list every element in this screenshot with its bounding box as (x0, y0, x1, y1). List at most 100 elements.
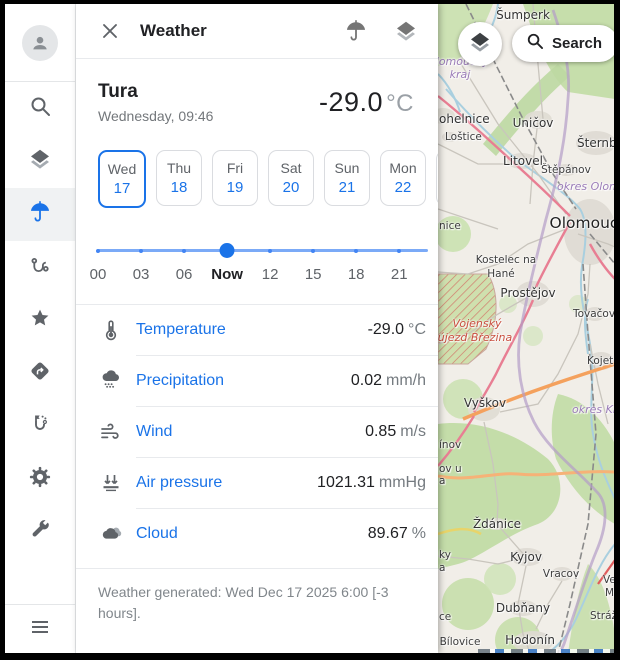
slider-tick[interactable] (354, 249, 358, 253)
slider-time-label-18[interactable]: 18 (348, 266, 365, 283)
slider-tick[interactable] (268, 249, 272, 253)
metric-value-wind: 0.85m/s (365, 423, 426, 441)
sidebar-item-profile[interactable] (5, 4, 75, 82)
weather-layers-icon[interactable] (394, 19, 418, 43)
day-date: 19 (227, 179, 244, 196)
page-title: Weather (140, 21, 207, 41)
day-label: Mon (389, 160, 416, 176)
sidebar (5, 4, 76, 653)
sidebar-item-navigation[interactable] (5, 347, 75, 400)
metric-label-cloud[interactable]: Cloud (136, 525, 178, 543)
map-search-label: Search (552, 35, 602, 52)
close-icon[interactable] (98, 19, 122, 43)
sidebar-item-settings[interactable] (5, 453, 75, 506)
track-icon (28, 412, 52, 441)
layers-icon (28, 147, 52, 176)
slider-thumb[interactable] (220, 243, 235, 258)
directions-icon (28, 359, 52, 388)
sidebar-item-track-recording[interactable] (5, 400, 75, 453)
slider-tick[interactable] (182, 249, 186, 253)
day-label: Thu (167, 160, 191, 176)
day-date: 17 (114, 180, 131, 197)
time-slider[interactable]: 000306Now12151821 (98, 240, 428, 292)
day-date: 21 (339, 179, 356, 196)
day-card-tue[interactable]: Tue23 (436, 150, 438, 206)
metric-row-temperature: Temperature -29.0°C (76, 305, 438, 355)
location-name: Tura (98, 81, 213, 103)
star-icon (28, 306, 52, 335)
screenshot-frame: Weather Tura Wednesday, 09:46 -29.0°C We… (0, 0, 620, 660)
metric-value-air-pressure: 1021.31mmHg (317, 474, 426, 492)
slider-tick[interactable] (397, 249, 401, 253)
slider-tick[interactable] (311, 249, 315, 253)
metric-label-temperature[interactable]: Temperature (136, 321, 226, 339)
day-label: Sun (335, 160, 360, 176)
day-card-wed[interactable]: Wed 17 (98, 150, 146, 208)
day-selector: Wed 17 Thu 18 Fri 19 Sat 20 Sun 21 Mon 22 Tue23 (98, 150, 438, 208)
day-card-sun[interactable]: Sun 21 (324, 150, 370, 206)
day-card-mon[interactable]: Mon 22 (380, 150, 426, 206)
sidebar-item-plugins[interactable] (5, 506, 75, 559)
map-attribution (478, 649, 614, 653)
map-view[interactable]: ŠumperkOlomouckýkrajohelniceLošticeUničo… (438, 4, 614, 653)
day-label: Sat (280, 160, 301, 176)
search-icon (525, 31, 545, 56)
gear-icon (28, 465, 52, 494)
metric-row-cloud: Cloud 89.67% (76, 509, 438, 559)
weather-panel-header: Weather (76, 4, 438, 59)
layers-icon (468, 30, 492, 59)
map-layers-button[interactable] (458, 22, 502, 66)
metric-row-air-pressure: Air pressure 1021.31mmHg (76, 458, 438, 508)
metric-label-precipitation[interactable]: Precipitation (136, 372, 224, 390)
metric-row-precipitation: Precipitation 0.02mm/h (76, 356, 438, 406)
slider-time-label-00[interactable]: 00 (90, 266, 107, 283)
metric-value-cloud: 89.67% (368, 525, 426, 543)
day-label: Fri (227, 160, 243, 176)
slider-time-label-now[interactable]: Now (211, 266, 243, 283)
map-search-button[interactable]: Search (512, 25, 614, 62)
sidebar-item-favorites[interactable] (5, 294, 75, 347)
sidebar-item-search[interactable] (5, 82, 75, 135)
slider-time-label-15[interactable]: 15 (305, 266, 322, 283)
pressure-icon (98, 471, 124, 495)
day-card-thu[interactable]: Thu 18 (156, 150, 202, 206)
profile-avatar-icon[interactable] (22, 25, 58, 61)
sidebar-item-menu[interactable] (5, 604, 75, 653)
metric-label-air-pressure[interactable]: Air pressure (136, 474, 222, 492)
weather-source-umbrella-icon[interactable] (344, 19, 368, 43)
day-date: 18 (171, 179, 188, 196)
day-date: 22 (395, 179, 412, 196)
slider-time-label-12[interactable]: 12 (262, 266, 279, 283)
slider-tick[interactable] (139, 249, 143, 253)
thermometer-icon (98, 318, 124, 342)
precipitation-icon (98, 369, 124, 393)
map-basemap (438, 4, 614, 653)
day-card-sat[interactable]: Sat 20 (268, 150, 314, 206)
metric-label-wind[interactable]: Wind (136, 423, 172, 441)
cloud-icon (98, 522, 124, 546)
day-label: Wed (108, 161, 137, 177)
slider-tick[interactable] (96, 249, 100, 253)
current-temperature: -29.0°C (319, 87, 414, 118)
day-date: 20 (283, 179, 300, 196)
weather-panel: Weather Tura Wednesday, 09:46 -29.0°C We… (76, 4, 438, 653)
temperature-unit: °C (386, 90, 414, 117)
slider-time-label-21[interactable]: 21 (391, 266, 408, 283)
wind-icon (98, 420, 124, 444)
slider-time-label-06[interactable]: 06 (176, 266, 193, 283)
location-datetime: Wednesday, 09:46 (98, 108, 213, 124)
sidebar-item-map-layers[interactable] (5, 135, 75, 188)
time-slider-track[interactable] (98, 249, 428, 252)
sidebar-item-weather[interactable] (5, 188, 75, 241)
slider-time-label-03[interactable]: 03 (133, 266, 150, 283)
metric-value-temperature: -29.0°C (368, 321, 426, 339)
weather-generated-note: Weather generated: Wed Dec 17 2025 6:00 … (76, 568, 438, 624)
sidebar-item-plan-route[interactable] (5, 241, 75, 294)
hamburger-icon (28, 615, 52, 644)
app-window: Weather Tura Wednesday, 09:46 -29.0°C We… (5, 4, 614, 653)
day-card-fri[interactable]: Fri 19 (212, 150, 258, 206)
route-icon (28, 253, 52, 282)
metric-value-precipitation: 0.02mm/h (351, 372, 426, 390)
search-icon (28, 94, 52, 123)
metric-row-wind: Wind 0.85m/s (76, 407, 438, 457)
